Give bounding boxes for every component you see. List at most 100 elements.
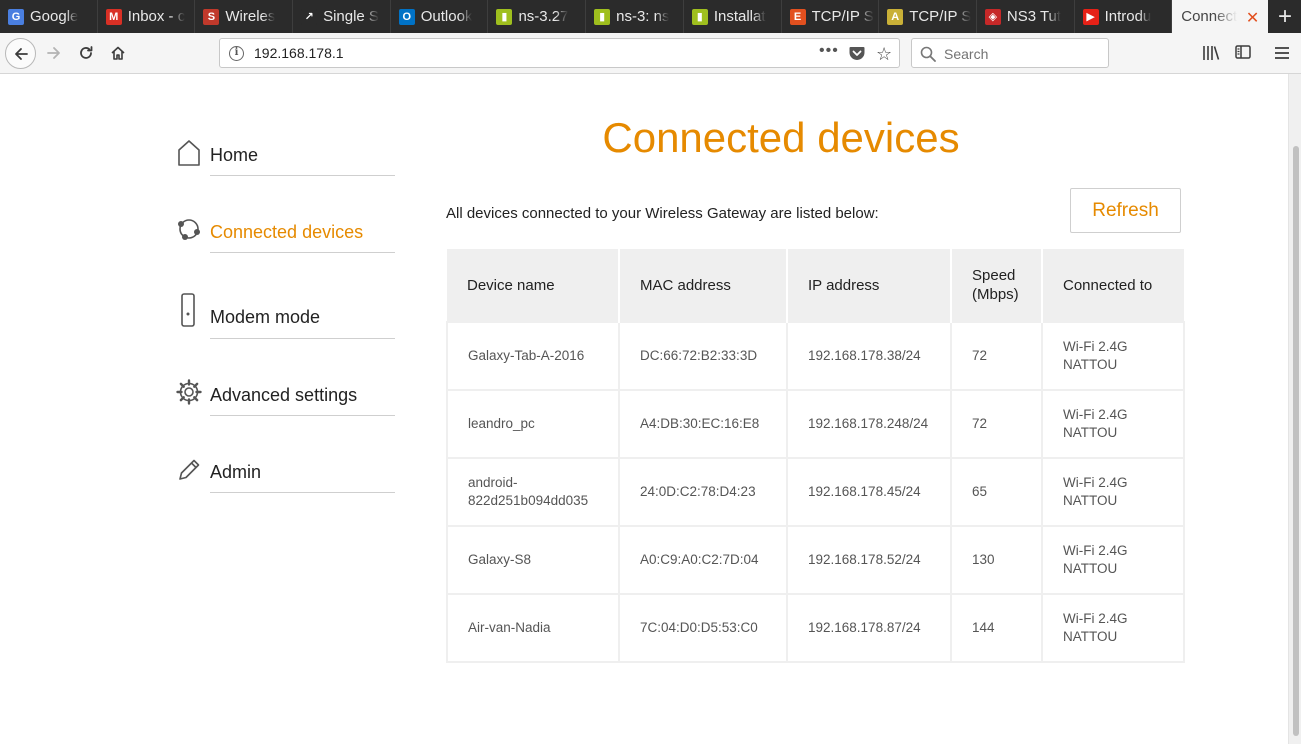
page-title: Connected devices [602,114,960,161]
cell-device-name: android- 822d251b094dd035 [446,457,620,527]
header-label: MAC address [640,276,731,294]
e-letter-icon: E [789,8,806,25]
cell-speed: 65 [950,457,1043,527]
mac-address-text: 7C:04:D0:D5:53:C0 [640,620,758,635]
tab-5[interactable]: O Outlook [391,0,489,33]
table-row: Galaxy-S8 A0:C9:A0:C2:7D:04 192.168.178.… [446,525,1185,595]
cell-device-name: Galaxy-Tab-A-2016 [446,321,620,391]
library-icon[interactable] [1202,45,1220,61]
forward-button[interactable] [42,40,66,66]
tabs-container: G Google M Inbox - c S Wireles ↗ Single S O Outlo… [0,0,1173,33]
table-row: leandro_pc A4:DB:30:EC:16:E8 192.168.178… [446,389,1185,459]
cell-mac-address: 24:0D:C2:78:D4:23 [618,457,788,527]
back-button[interactable] [5,38,36,69]
tab-active[interactable]: Connect ✕ [1172,0,1269,33]
sidebar-item-connected-devices[interactable]: Connected devices [175,215,395,255]
sidebar-item-label: Home [210,145,259,165]
tab-12[interactable]: ▶ Introdu [1075,0,1173,33]
search-bar[interactable]: Search [911,38,1109,68]
page-scrollbar[interactable] [1288,74,1301,744]
ns3-icon: ▮ [691,8,708,25]
ip-address-text: 192.168.178.87/24 [808,620,921,635]
sidebar-item-admin[interactable]: Admin [175,455,395,495]
tab-title: Introdu [1104,8,1152,25]
close-tab-icon[interactable]: ✕ [1246,8,1259,28]
ns3-icon: ▮ [594,8,611,25]
bird-icon: ↗ [301,8,318,25]
tab-3[interactable]: S Wireles [195,0,294,33]
sidebar-divider [210,415,395,416]
sidebar-item-advanced-settings[interactable]: Advanced settings [175,378,395,418]
home-icon [178,140,200,166]
sidebar-toggle-icon[interactable] [1235,45,1251,59]
modem-icon [181,293,195,327]
new-tab-button[interactable]: + [1269,0,1301,33]
mac-address-text: A4:DB:30:EC:16:E8 [640,416,760,431]
home-button[interactable] [106,40,130,66]
column-header-speed: Speed (Mbps) [951,249,1043,322]
scrollbar-thumb[interactable] [1293,146,1299,736]
page-actions-menu-icon[interactable]: ••• [819,42,839,60]
tab-10[interactable]: A TCP/IP S [879,0,977,33]
search-placeholder[interactable]: Search [944,46,988,62]
gear-icon [176,379,202,405]
cell-speed: 72 [950,389,1043,459]
header-label: Speed (Mbps) [972,267,1019,303]
connected-to-text: Wi-Fi 2.4G NATTOU [1063,339,1128,372]
device-name-text: Galaxy-Tab-A-2016 [468,348,585,363]
navigation-toolbar: i 192.168.178.1 ••• ☆ Search [0,33,1301,74]
sidebar-item-modem-mode[interactable]: Modem mode [175,292,395,339]
pocket-icon[interactable] [849,46,865,61]
speed-text: 144 [972,620,995,635]
bookmark-star-icon[interactable]: ☆ [876,44,892,65]
sidebar-item-label: Modem mode [210,307,321,327]
tab-title: Google [30,8,79,25]
speed-text: 65 [972,484,988,499]
cell-mac-address: A4:DB:30:EC:16:E8 [618,389,788,459]
youtube-icon: ▶ [1082,8,1099,25]
devices-table: Device name MAC address IP address Speed… [446,249,1185,663]
tab-title: NS3 Tut [1006,8,1062,25]
page-content: Home Connected devices Modem mode Advanc… [0,74,1301,744]
gmail-icon: M [105,8,122,25]
tab-11[interactable]: ◈ NS3 Tut [977,0,1075,33]
search-icon [920,46,936,62]
header-label: IP address [808,276,880,294]
tab-title: Installat [713,8,766,25]
tab-strip: G Google M Inbox - c S Wireles ↗ Single S O Outlo… [0,0,1301,33]
cell-connected-to: Wi-Fi 2.4G NATTOU [1041,593,1185,663]
tab-4[interactable]: ↗ Single S [293,0,391,33]
url-bar[interactable]: i 192.168.178.1 ••• ☆ [219,38,900,68]
mac-address-text: DC:66:72:B2:33:3D [640,348,758,363]
tab-1[interactable]: G Google [0,0,98,33]
outlook-icon: O [398,8,415,25]
ip-address-text: 192.168.178.38/24 [808,348,921,363]
tab-title: Inbox - c [127,8,186,25]
connected-to-text: Wi-Fi 2.4G NATTOU [1063,611,1128,644]
sidebar-item-label: Advanced settings [210,385,358,405]
tab-6[interactable]: ▮ ns-3.27 [488,0,587,33]
hamburger-menu-icon[interactable] [1274,46,1290,60]
reload-button[interactable] [74,40,98,66]
mac-address-text: 24:0D:C2:78:D4:23 [640,484,756,499]
url-text[interactable]: 192.168.178.1 [254,45,344,61]
tab-7[interactable]: ▮ ns-3: ns [586,0,684,33]
ip-address-text: 192.168.178.45/24 [808,484,921,499]
column-header-connected-to: Connected to [1042,249,1184,322]
tab-8[interactable]: ▮ Installat [684,0,782,33]
sidebar-divider [210,175,395,176]
cell-device-name: Air-van-Nadia [446,593,620,663]
tab-2[interactable]: M Inbox - c [98,0,196,33]
sidebar-item-home[interactable]: Home [175,138,395,178]
tab-9[interactable]: E TCP/IP S [782,0,880,33]
tab-title: TCP/IP S [909,8,972,25]
table-row: Air-van-Nadia 7C:04:D0:D5:53:C0 192.168.… [446,593,1185,663]
tab-title: Wireles [225,8,276,25]
connected-to-text: Wi-Fi 2.4G NATTOU [1063,475,1128,508]
shield-icon: ◈ [984,8,1001,25]
header-label: Device name [467,276,555,294]
refresh-button[interactable]: Refresh [1070,188,1181,233]
cell-connected-to: Wi-Fi 2.4G NATTOU [1041,525,1185,595]
tab-title: Outlook [420,8,473,25]
page-info-icon[interactable]: i [229,46,244,61]
